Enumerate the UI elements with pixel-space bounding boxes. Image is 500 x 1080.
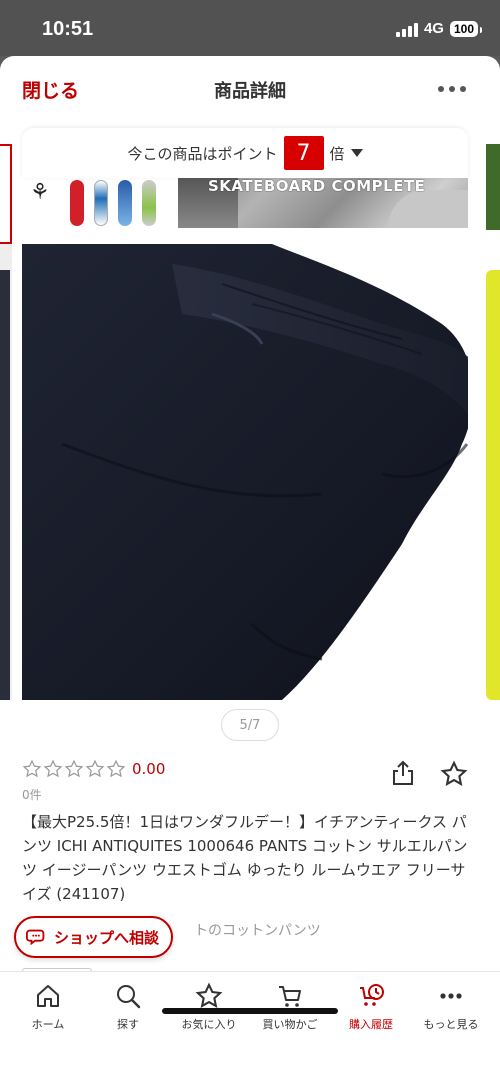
point-multiplier: 7 [283,136,324,170]
home-icon [37,985,59,1007]
history-icon [360,984,384,1006]
favorite-star-icon[interactable] [440,760,468,788]
status-bar: 10:51 4G 100 [0,0,500,56]
star-outline-icon [85,759,105,778]
star-rating [22,759,126,779]
rating-stars[interactable]: 0.00 [22,759,165,779]
star-outline-icon [22,759,42,778]
home-indicator[interactable] [162,1008,338,1014]
network-type: 4G [423,20,444,37]
skateboard-deck-image [70,180,84,226]
rating-value: 0.00 [132,760,166,778]
battery-icon: 100 [449,20,483,37]
skateboard-deck-image [118,180,132,226]
product-image[interactable] [22,244,468,700]
star-outline-icon [64,759,84,778]
star-outline-icon [43,759,63,778]
star-icon [195,982,223,1008]
next-image-peek[interactable] [486,144,500,700]
point-prefix: 今この商品はポイント [127,144,278,163]
search-icon [117,985,141,1009]
nav-item-favorites[interactable]: お気に入り [169,982,249,1032]
header: 閉じる 商品詳細 [0,56,500,120]
chat-bubble-icon [26,929,45,946]
point-rate-banner[interactable]: 今この商品はポイント 7 倍 [22,128,468,178]
nav-item-search[interactable]: 探す [88,982,168,1032]
share-icon[interactable] [390,760,416,786]
cart-icon [279,986,301,1007]
star-outline-icon [106,759,126,778]
product-title: 【最大P25.5倍！1日はワンダフルデー！】イチアンティークス パンツ ICHI… [22,813,468,903]
more-dots-icon[interactable] [438,86,466,92]
nav-item-cart[interactable]: 買い物かご [250,982,330,1032]
product-detail-sheet: 閉じる 商品詳細 ⚘ SKATEBOARD COMPLETE 今この商品はポイン… [0,56,500,1080]
nav-item-purchase-history[interactable]: 購入履歴 [331,982,411,1032]
skateboard-deck-image [94,180,108,226]
shop-consult-label: ショップへ相談 [54,928,160,947]
signal-icon [395,21,418,37]
page-title: 商品詳細 [214,81,286,102]
image-carousel[interactable]: ⚘ SKATEBOARD COMPLETE 今この商品はポイント 7 倍 [0,120,500,700]
nav-item-more[interactable]: もっと見る [411,982,491,1032]
review-count[interactable]: 0件 [22,786,42,803]
status-time: 10:51 [42,18,94,40]
status-indicators: 4G 100 [395,20,483,37]
shop-logo-icon: ⚘ [30,180,50,205]
more-icon [440,993,462,999]
shop-consult-button[interactable]: ショップへ相談 [14,916,174,958]
nav-item-home[interactable]: ホーム [8,982,88,1032]
caret-down-icon [350,149,363,157]
shop-banner-text: SKATEBOARD COMPLETE [208,177,426,195]
point-suffix: 倍 [329,144,345,163]
skateboard-deck-image [142,180,156,226]
prev-image-peek[interactable] [0,144,12,700]
image-page-indicator: 5/7 [221,709,279,741]
shop-banner: ⚘ SKATEBOARD COMPLETE [22,176,468,228]
bottom-nav: ホーム 探す お気に入り 買い物かご 購入履歴 もっと見る [0,971,500,1080]
